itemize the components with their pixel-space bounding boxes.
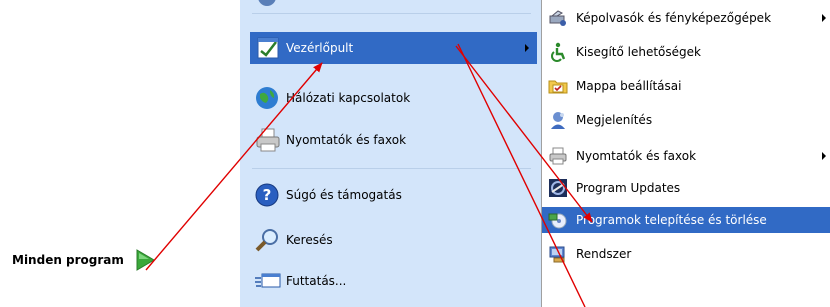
arrow-to-control-panel xyxy=(145,62,323,271)
arrow-to-add-remove-programs xyxy=(455,45,593,223)
annotation-arrows xyxy=(145,43,593,307)
arrow-down-line xyxy=(457,43,586,307)
